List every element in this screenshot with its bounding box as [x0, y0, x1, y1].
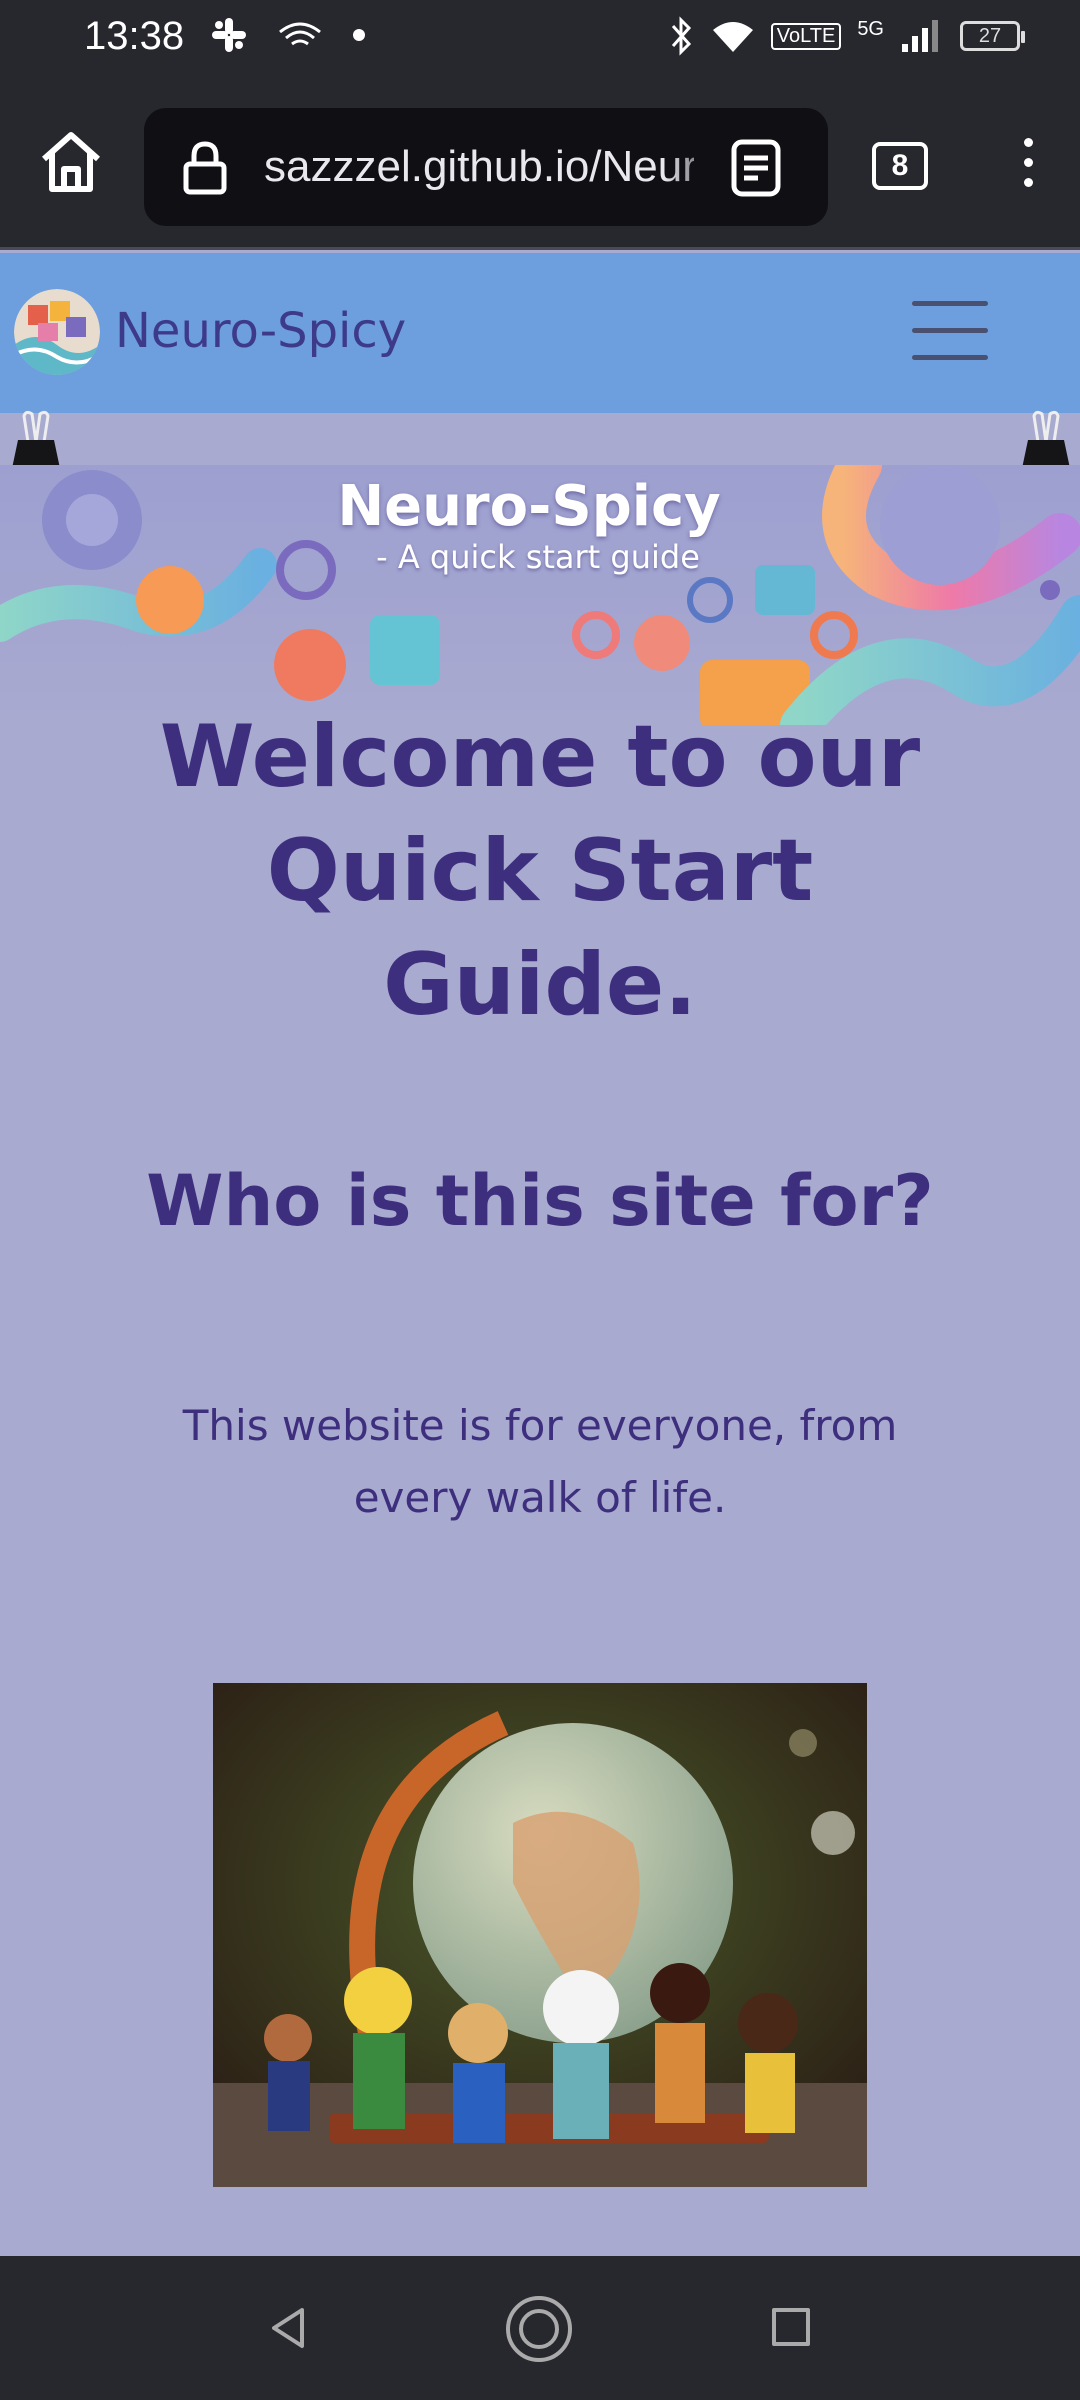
- status-bar: 13:38 VoLTE 5G 27: [0, 0, 1080, 80]
- banner-title: Neuro-Spicy: [337, 474, 721, 539]
- battery-icon: 27: [960, 21, 1025, 51]
- status-time: 13:38: [84, 14, 185, 58]
- home-icon[interactable]: [34, 125, 108, 199]
- signal-icon: [902, 20, 938, 52]
- lock-icon: [183, 141, 227, 195]
- dot-icon: [353, 29, 365, 41]
- section-heading: Who is this site for?: [146, 1160, 934, 1242]
- intro-text: This website is for everyone, from every…: [182, 1401, 898, 1522]
- more-vert-icon[interactable]: [1010, 138, 1046, 198]
- tab-switcher-button[interactable]: 8: [872, 142, 928, 190]
- wifi-icon: [712, 22, 753, 52]
- reader-mode-icon[interactable]: [728, 138, 784, 198]
- site-navbar: Neuro-Spicy: [0, 253, 1080, 413]
- slack-icon: [212, 18, 246, 52]
- wifi-calling-icon: [279, 22, 321, 46]
- brand-name[interactable]: Neuro-Spicy: [115, 303, 406, 359]
- network-gen: 5G: [857, 17, 884, 40]
- globe-dolls-photo: [213, 1683, 867, 2187]
- status-left-icons: [210, 16, 366, 54]
- banner-subtitle: - A quick start guide: [376, 538, 700, 576]
- hamburger-icon[interactable]: [912, 301, 988, 361]
- url-fade: [664, 128, 734, 208]
- home-circle-icon[interactable]: [504, 2294, 574, 2364]
- recents-icon[interactable]: [772, 2308, 810, 2346]
- status-right-icons: VoLTE 5G 27: [667, 16, 1025, 56]
- browser-toolbar: sazzzel.github.io/Neuro-Spicy 8: [0, 80, 1080, 250]
- brand-logo[interactable]: [14, 289, 100, 375]
- welcome-heading: Welcome to our Quick Start Guide.: [159, 707, 921, 1035]
- android-nav-bar: [0, 2256, 1080, 2400]
- back-icon[interactable]: [268, 2306, 308, 2350]
- url-bar[interactable]: sazzzel.github.io/Neuro-Spicy: [144, 108, 828, 226]
- volte-badge: VoLTE: [770, 22, 842, 50]
- url-text[interactable]: sazzzel.github.io/Neuro-Spicy: [264, 142, 694, 192]
- bluetooth-icon: [671, 16, 691, 56]
